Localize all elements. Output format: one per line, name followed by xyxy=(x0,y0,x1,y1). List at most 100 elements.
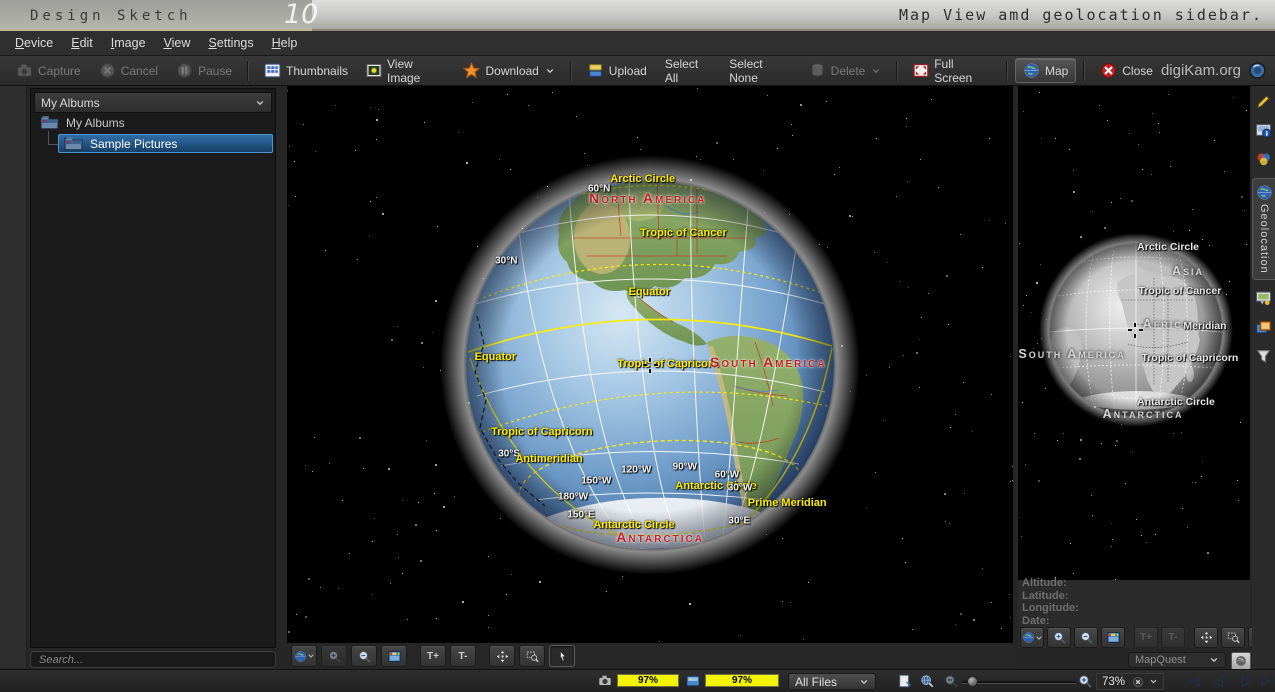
tab-versions[interactable] xyxy=(1252,317,1275,338)
toolbar-separator xyxy=(1083,61,1085,81)
provider-globe-button[interactable] xyxy=(1231,652,1251,670)
zoom-fit-icon[interactable] xyxy=(920,674,934,688)
toolbar-separator xyxy=(1006,61,1008,81)
toolbar-separator xyxy=(247,61,249,81)
tab-geolocation[interactable]: Geolocation xyxy=(1252,178,1275,280)
tree-branch-line xyxy=(48,131,58,145)
pan-mode-button[interactable] xyxy=(489,645,515,667)
geolocation-map[interactable]: Arctic CircleAsiaTropic of CancerAfricaM… xyxy=(1018,86,1250,580)
toolbar-select-none[interactable]: Select None xyxy=(721,53,798,89)
menu-view[interactable]: View xyxy=(155,31,200,55)
status-bar: 97% 97% All Files 73% xyxy=(0,669,1275,692)
camera-icon xyxy=(598,674,612,688)
file-filter-combo[interactable]: All Files xyxy=(788,673,876,690)
title-bar: Design Sketch 10 Map View amd geolocatio… xyxy=(0,0,1275,31)
thumb-smaller-button[interactable]: T- xyxy=(450,645,476,667)
image-progress-value: 97% xyxy=(732,675,752,686)
zoom-region-button[interactable] xyxy=(519,645,545,667)
chevron-down-icon xyxy=(255,98,265,108)
menu-edit[interactable]: Edit xyxy=(62,31,102,55)
cursor-icon xyxy=(556,650,569,663)
slider-knob[interactable] xyxy=(967,676,978,687)
close-icon xyxy=(1100,62,1117,79)
previous-image-button[interactable] xyxy=(1208,673,1228,690)
toolbar-delete[interactable]: Delete xyxy=(801,58,890,83)
zoom-slider[interactable] xyxy=(962,673,1076,690)
zoom-out-icon[interactable] xyxy=(944,674,958,688)
tab-captions[interactable] xyxy=(1252,288,1275,309)
menu-settings[interactable]: Settings xyxy=(199,31,262,55)
geo-pan-mode-button[interactable] xyxy=(1194,627,1218,648)
digikam-link[interactable]: digiKam.org xyxy=(1161,61,1267,80)
projection-button[interactable] xyxy=(291,645,317,667)
zoom-in-icon[interactable] xyxy=(1078,674,1092,688)
menu-help[interactable]: Help xyxy=(263,31,307,55)
zoom-out-icon xyxy=(358,650,371,663)
thumb-bigger-button[interactable]: T+ xyxy=(420,645,446,667)
globe-sm-icon xyxy=(294,650,307,663)
image-progress-bar: 97% xyxy=(705,674,779,687)
geo-show-thumbnails-button[interactable] xyxy=(1101,627,1125,648)
brand-title: Design Sketch xyxy=(30,8,192,24)
map-label-antarctica: Antarctica xyxy=(616,529,704,545)
clear-icon[interactable] xyxy=(1132,676,1144,688)
toolbar-download[interactable]: Download xyxy=(455,58,562,83)
fit-to-window-icon[interactable] xyxy=(898,674,912,688)
geo-thumb-bigger-button[interactable]: T+ xyxy=(1134,627,1158,648)
pan-icon xyxy=(1200,631,1213,644)
toolbar-capture[interactable]: Capture xyxy=(8,58,89,83)
tab-colors[interactable] xyxy=(1252,149,1275,170)
menu-image[interactable]: Image xyxy=(102,31,155,55)
funnel-icon xyxy=(1255,348,1272,365)
folder-icon xyxy=(40,115,59,130)
globe-icon xyxy=(1023,62,1040,79)
tab-metadata[interactable] xyxy=(1252,120,1275,141)
geo-zoom-out-button[interactable] xyxy=(1074,627,1098,648)
tab-properties[interactable] xyxy=(1252,91,1275,112)
map-provider-combo[interactable]: MapQuest xyxy=(1128,652,1226,668)
toolbar-close[interactable]: Close xyxy=(1092,58,1161,83)
map-label-30-e: 30°E xyxy=(728,516,750,527)
toolbar-thumbnails[interactable]: Thumbnails xyxy=(256,58,356,83)
album-view-combo[interactable]: My Albums xyxy=(34,92,272,113)
toolbar-upload[interactable]: Upload xyxy=(579,58,655,83)
geo-thumb-smaller-button[interactable]: T- xyxy=(1161,627,1185,648)
map-label-30-w: 30°W xyxy=(728,483,753,494)
camera-progress-bar: 97% xyxy=(617,674,679,687)
map-label-tropic-of-capricorn: Tropic of Capricorn xyxy=(1141,352,1238,364)
map-label-30-n: 30°N xyxy=(495,255,517,266)
geo-zoom-region-button[interactable] xyxy=(1221,627,1245,648)
map-label-asia: Asia xyxy=(1172,264,1204,278)
toolbar-separator xyxy=(570,61,572,81)
toolbar-select-all[interactable]: Select All xyxy=(657,53,719,89)
toolbar-view-image[interactable]: View Image xyxy=(358,53,453,89)
map-zoom-out-button[interactable] xyxy=(351,645,377,667)
geo-projection-button[interactable] xyxy=(1020,627,1044,648)
toolbar-cancel[interactable]: Cancel xyxy=(91,58,166,83)
zoom-level-combo[interactable]: 73% xyxy=(1096,673,1164,690)
zoom-rect-icon xyxy=(1227,631,1240,644)
map-zoom-in-button[interactable] xyxy=(321,645,347,667)
chevron-down-icon xyxy=(1149,677,1158,686)
pan-icon xyxy=(496,650,509,663)
last-image-button[interactable] xyxy=(1256,673,1275,690)
search-input[interactable] xyxy=(30,651,276,668)
crosshair xyxy=(643,358,658,373)
toolbar-map[interactable]: Map xyxy=(1015,58,1076,83)
toolbar-full-screen[interactable]: Full Screen xyxy=(905,53,999,89)
menu-device[interactable]: Device xyxy=(6,31,62,55)
first-image-button[interactable] xyxy=(1184,673,1204,690)
geo-zoom-in-button[interactable] xyxy=(1047,627,1071,648)
left-sidebar-strip xyxy=(0,86,27,668)
tab-filters[interactable] xyxy=(1252,346,1275,367)
show-thumbnails-button[interactable] xyxy=(381,645,407,667)
img-toggle-icon xyxy=(1107,631,1120,644)
tree-item-sample-pictures[interactable]: Sample Pictures xyxy=(58,134,273,153)
select-mode-button[interactable] xyxy=(549,645,575,667)
toolbar-pause[interactable]: Pause xyxy=(168,58,240,83)
tree-item-my-albums[interactable]: My Albums xyxy=(40,115,125,130)
map-view[interactable]: Arctic Circle60°NNorth AmericaTropic of … xyxy=(287,86,1013,643)
caption-icon xyxy=(1255,290,1272,307)
metadata-icon xyxy=(1255,122,1272,139)
next-image-button[interactable] xyxy=(1236,673,1256,690)
